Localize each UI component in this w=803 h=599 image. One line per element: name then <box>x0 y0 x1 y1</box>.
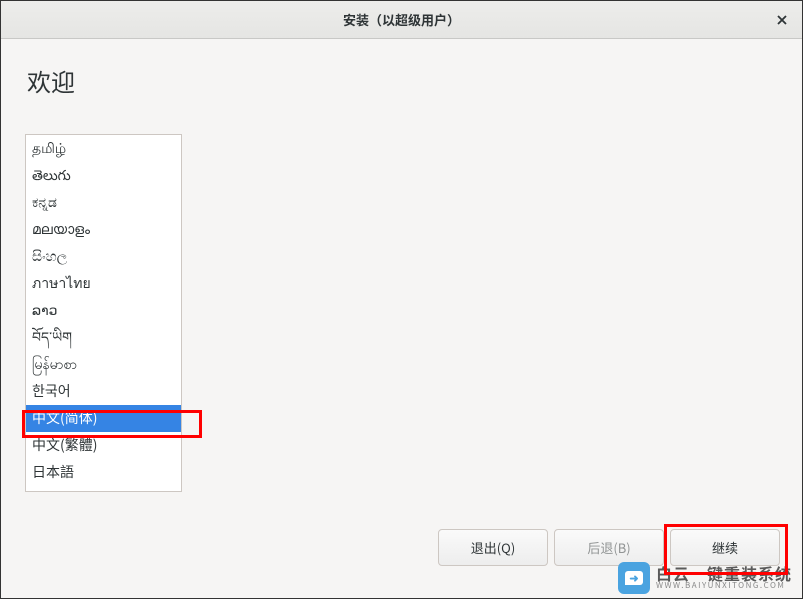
watermark-sub-text: WWW.BAIYUNXITONG.COM <box>656 582 792 591</box>
language-item[interactable]: ಕನ್ನಡ <box>26 189 181 216</box>
back-button[interactable]: 后退(B) <box>554 529 664 566</box>
language-item[interactable]: 中文(简体) <box>26 405 181 432</box>
language-item[interactable]: 한국어 <box>26 378 181 405</box>
language-item[interactable]: ລາວ <box>26 297 181 324</box>
language-item[interactable]: ภาษาไทย <box>26 270 181 297</box>
language-item[interactable]: 日本語 <box>26 459 181 486</box>
language-item[interactable]: 中文(繁體) <box>26 432 181 459</box>
language-item[interactable]: မြန်မာစာ <box>26 351 181 378</box>
content-area: 欢迎 தமிழ்తెలుగుಕನ್ನಡമലയാളംසිංහලภาษาไทยລາວ… <box>1 39 802 598</box>
quit-button[interactable]: 退出(Q) <box>438 529 548 566</box>
language-item[interactable]: മലയാളം <box>26 216 181 243</box>
language-item[interactable]: தமிழ் <box>26 135 181 162</box>
language-item[interactable]: සිංහල <box>26 243 181 270</box>
page-title: 欢迎 <box>25 63 778 98</box>
watermark-logo-icon <box>618 562 650 594</box>
language-list-container: தமிழ்తెలుగుಕನ್ನಡമലയാളംසිංහලภาษาไทยລາວབོད… <box>25 134 778 492</box>
language-list[interactable]: தமிழ்తెలుగుಕನ್ನಡമലയാളംසිංහලภาษาไทยລາວབོད… <box>25 134 182 492</box>
window-title: 安装（以超级用户） <box>343 10 460 29</box>
language-item[interactable]: తెలుగు <box>26 162 181 189</box>
watermark: 白云一键重装系统 WWW.BAIYUNXITONG.COM <box>618 562 792 594</box>
window-titlebar: 安装（以超级用户） <box>1 1 802 39</box>
watermark-text: 白云一键重装系统 WWW.BAIYUNXITONG.COM <box>656 565 792 591</box>
close-icon[interactable] <box>774 12 790 28</box>
language-item[interactable]: བོད་ཡིག <box>26 324 181 351</box>
